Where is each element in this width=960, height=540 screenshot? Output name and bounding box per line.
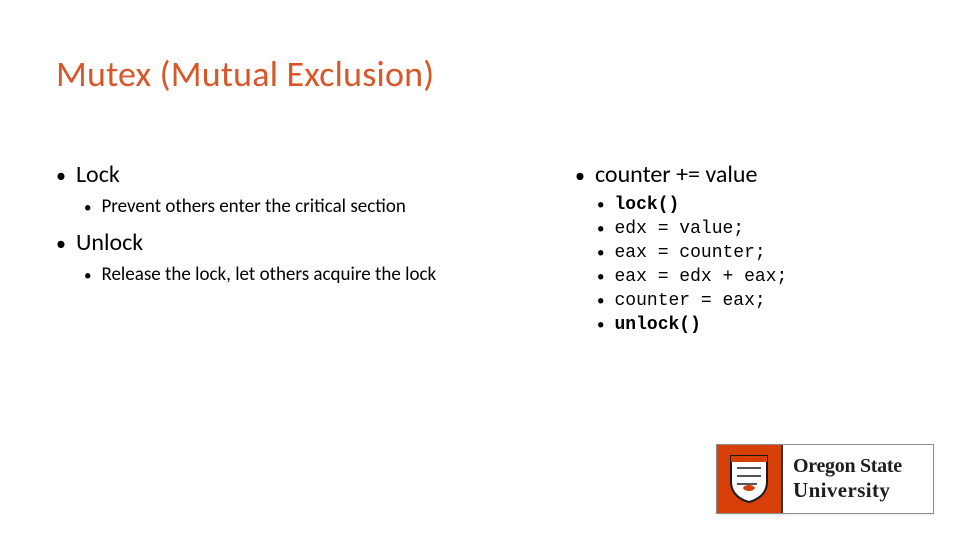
bullet-unlock-text: Unlock — [76, 228, 143, 257]
code-unlock: unlock() — [614, 315, 700, 335]
bullet-dot-icon: • — [597, 316, 604, 335]
left-column: • Lock • Prevent others enter the critic… — [56, 160, 556, 296]
bullet-dot-icon: • — [84, 267, 91, 286]
bullet-dot-icon: • — [56, 164, 66, 188]
code-eax1: eax = counter; — [614, 243, 765, 263]
subbullet-unlock-text: Release the lock, let others acquire the… — [101, 263, 436, 286]
code-line: • edx = value; — [597, 219, 935, 239]
bullet-dot-icon: • — [575, 164, 585, 188]
code-eax2: eax = edx + eax; — [614, 267, 787, 287]
bullet-dot-icon: • — [597, 292, 604, 311]
code-lock: lock() — [614, 195, 679, 215]
code-edx: edx = value; — [614, 219, 744, 239]
code-line: • counter = eax; — [597, 291, 935, 311]
code-counter: counter = eax; — [614, 291, 765, 311]
bullet-dot-icon: • — [597, 244, 604, 263]
subbullet-lock-text: Prevent others enter the critical sectio… — [101, 195, 405, 218]
bullet-dot-icon: • — [597, 220, 604, 239]
bullet-dot-icon: • — [84, 199, 91, 218]
code-line: • eax = edx + eax; — [597, 267, 935, 287]
bullet-counter: • counter += value — [575, 160, 935, 189]
bullet-counter-text: counter += value — [595, 160, 758, 189]
subbullet-unlock: • Release the lock, let others acquire t… — [84, 263, 556, 286]
osu-shield-icon — [717, 445, 783, 513]
bullet-dot-icon: • — [597, 196, 604, 215]
slide-title: Mutex (Mutual Exclusion) — [56, 52, 434, 96]
osu-logo: Oregon State University — [716, 444, 934, 514]
bullet-lock-text: Lock — [76, 160, 120, 189]
bullet-lock: • Lock — [56, 160, 556, 189]
osu-logo-line2: University — [793, 479, 933, 501]
code-line: • lock() — [597, 195, 935, 215]
bullet-dot-icon: • — [56, 232, 66, 256]
code-line: • eax = counter; — [597, 243, 935, 263]
right-column: • counter += value • lock() • edx = valu… — [575, 160, 935, 339]
bullet-dot-icon: • — [597, 268, 604, 287]
osu-logo-line1: Oregon State — [793, 456, 933, 477]
subbullet-lock: • Prevent others enter the critical sect… — [84, 195, 556, 218]
bullet-unlock: • Unlock — [56, 228, 556, 257]
code-line: • unlock() — [597, 315, 935, 335]
osu-logo-text: Oregon State University — [783, 445, 933, 513]
